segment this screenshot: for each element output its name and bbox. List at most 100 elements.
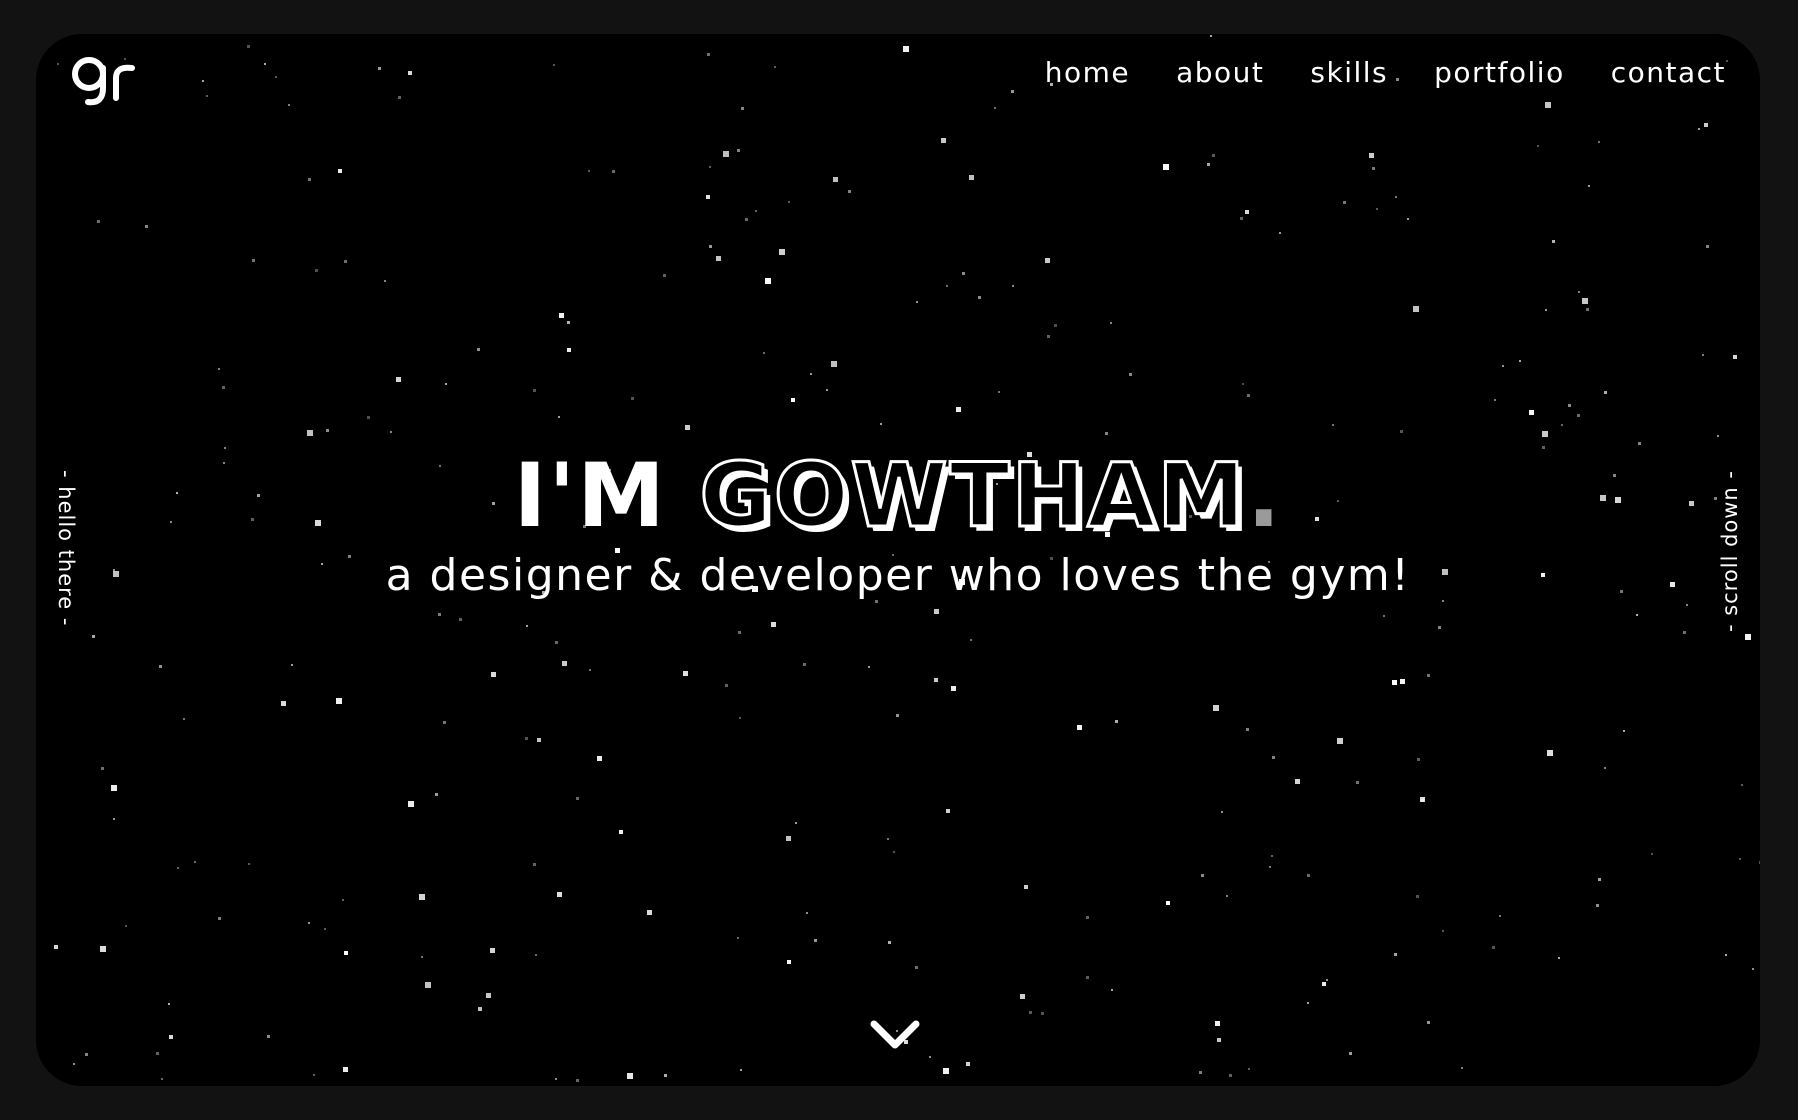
star — [183, 718, 185, 720]
star — [533, 863, 536, 866]
star — [291, 664, 293, 666]
star — [994, 107, 996, 109]
star — [706, 195, 710, 199]
star — [1413, 306, 1419, 312]
nav-home-link[interactable]: home — [1045, 56, 1130, 89]
nav-skills-link[interactable]: skills — [1310, 56, 1388, 89]
star — [934, 678, 938, 682]
star — [101, 767, 104, 770]
star — [903, 46, 909, 52]
star — [1054, 324, 1057, 327]
star — [1376, 208, 1378, 210]
star — [1542, 446, 1545, 449]
star — [631, 397, 634, 400]
star — [1702, 354, 1704, 356]
star — [315, 269, 318, 272]
star — [1577, 414, 1580, 417]
star — [1706, 245, 1709, 248]
star — [145, 225, 148, 228]
star — [663, 274, 666, 277]
star — [343, 1067, 348, 1072]
star — [1115, 720, 1118, 723]
star — [1395, 196, 1397, 198]
star — [723, 151, 729, 157]
star — [1741, 784, 1743, 786]
star — [795, 822, 797, 824]
gr-logo-icon[interactable] — [70, 48, 140, 108]
star — [73, 1063, 75, 1065]
star — [1245, 210, 1249, 214]
star — [1537, 145, 1539, 147]
star — [627, 1073, 633, 1079]
hero-headline: I'M GOWTHAM. — [36, 450, 1760, 541]
star — [1105, 432, 1108, 435]
star — [1492, 946, 1495, 949]
star — [486, 993, 491, 998]
star — [1212, 154, 1215, 157]
star — [1077, 725, 1082, 730]
star — [1588, 185, 1590, 187]
headline-dot: . — [1246, 444, 1283, 547]
star — [567, 321, 570, 324]
star — [1210, 35, 1212, 37]
star — [533, 389, 536, 392]
chevron-down-icon[interactable] — [868, 1018, 922, 1052]
star — [435, 793, 438, 796]
star — [555, 1078, 557, 1080]
star — [1240, 217, 1243, 220]
star — [526, 625, 528, 627]
star — [169, 1035, 173, 1039]
star — [555, 641, 558, 644]
star — [647, 910, 652, 915]
star — [85, 1053, 88, 1056]
star — [408, 801, 414, 807]
star — [113, 818, 115, 820]
star — [1199, 1071, 1202, 1074]
star — [588, 170, 590, 172]
star — [1442, 930, 1444, 932]
star — [880, 423, 882, 425]
star — [443, 721, 446, 724]
star — [725, 684, 728, 687]
star — [709, 166, 711, 168]
star — [1725, 954, 1727, 956]
star — [685, 425, 690, 430]
star — [788, 201, 790, 203]
star — [1343, 201, 1346, 204]
star — [1011, 90, 1014, 93]
star — [1163, 164, 1169, 170]
nav-portfolio-link[interactable]: portfolio — [1434, 56, 1565, 89]
star — [1604, 391, 1607, 394]
star — [1226, 895, 1228, 897]
star — [1545, 309, 1547, 311]
star — [1201, 874, 1204, 877]
star — [1578, 291, 1580, 293]
star — [1499, 915, 1501, 917]
star — [848, 190, 851, 193]
star — [1229, 1074, 1232, 1077]
star — [786, 836, 791, 841]
star — [396, 377, 401, 382]
star — [887, 838, 889, 840]
star — [941, 138, 946, 143]
star — [535, 954, 537, 956]
star — [755, 210, 757, 212]
star — [92, 635, 95, 638]
star — [998, 391, 1000, 393]
nav-contact-link[interactable]: contact — [1611, 56, 1726, 89]
star — [1400, 679, 1405, 684]
star — [943, 1068, 949, 1074]
star — [1207, 163, 1210, 166]
nav-about-link[interactable]: about — [1176, 56, 1264, 89]
star — [218, 917, 221, 920]
star — [664, 1074, 667, 1077]
star — [1047, 335, 1050, 338]
star — [1547, 750, 1553, 756]
star — [1529, 410, 1534, 415]
star — [553, 64, 555, 66]
star — [344, 260, 347, 263]
star — [589, 669, 591, 671]
star — [1542, 431, 1548, 437]
star — [896, 714, 899, 717]
star — [342, 899, 344, 901]
